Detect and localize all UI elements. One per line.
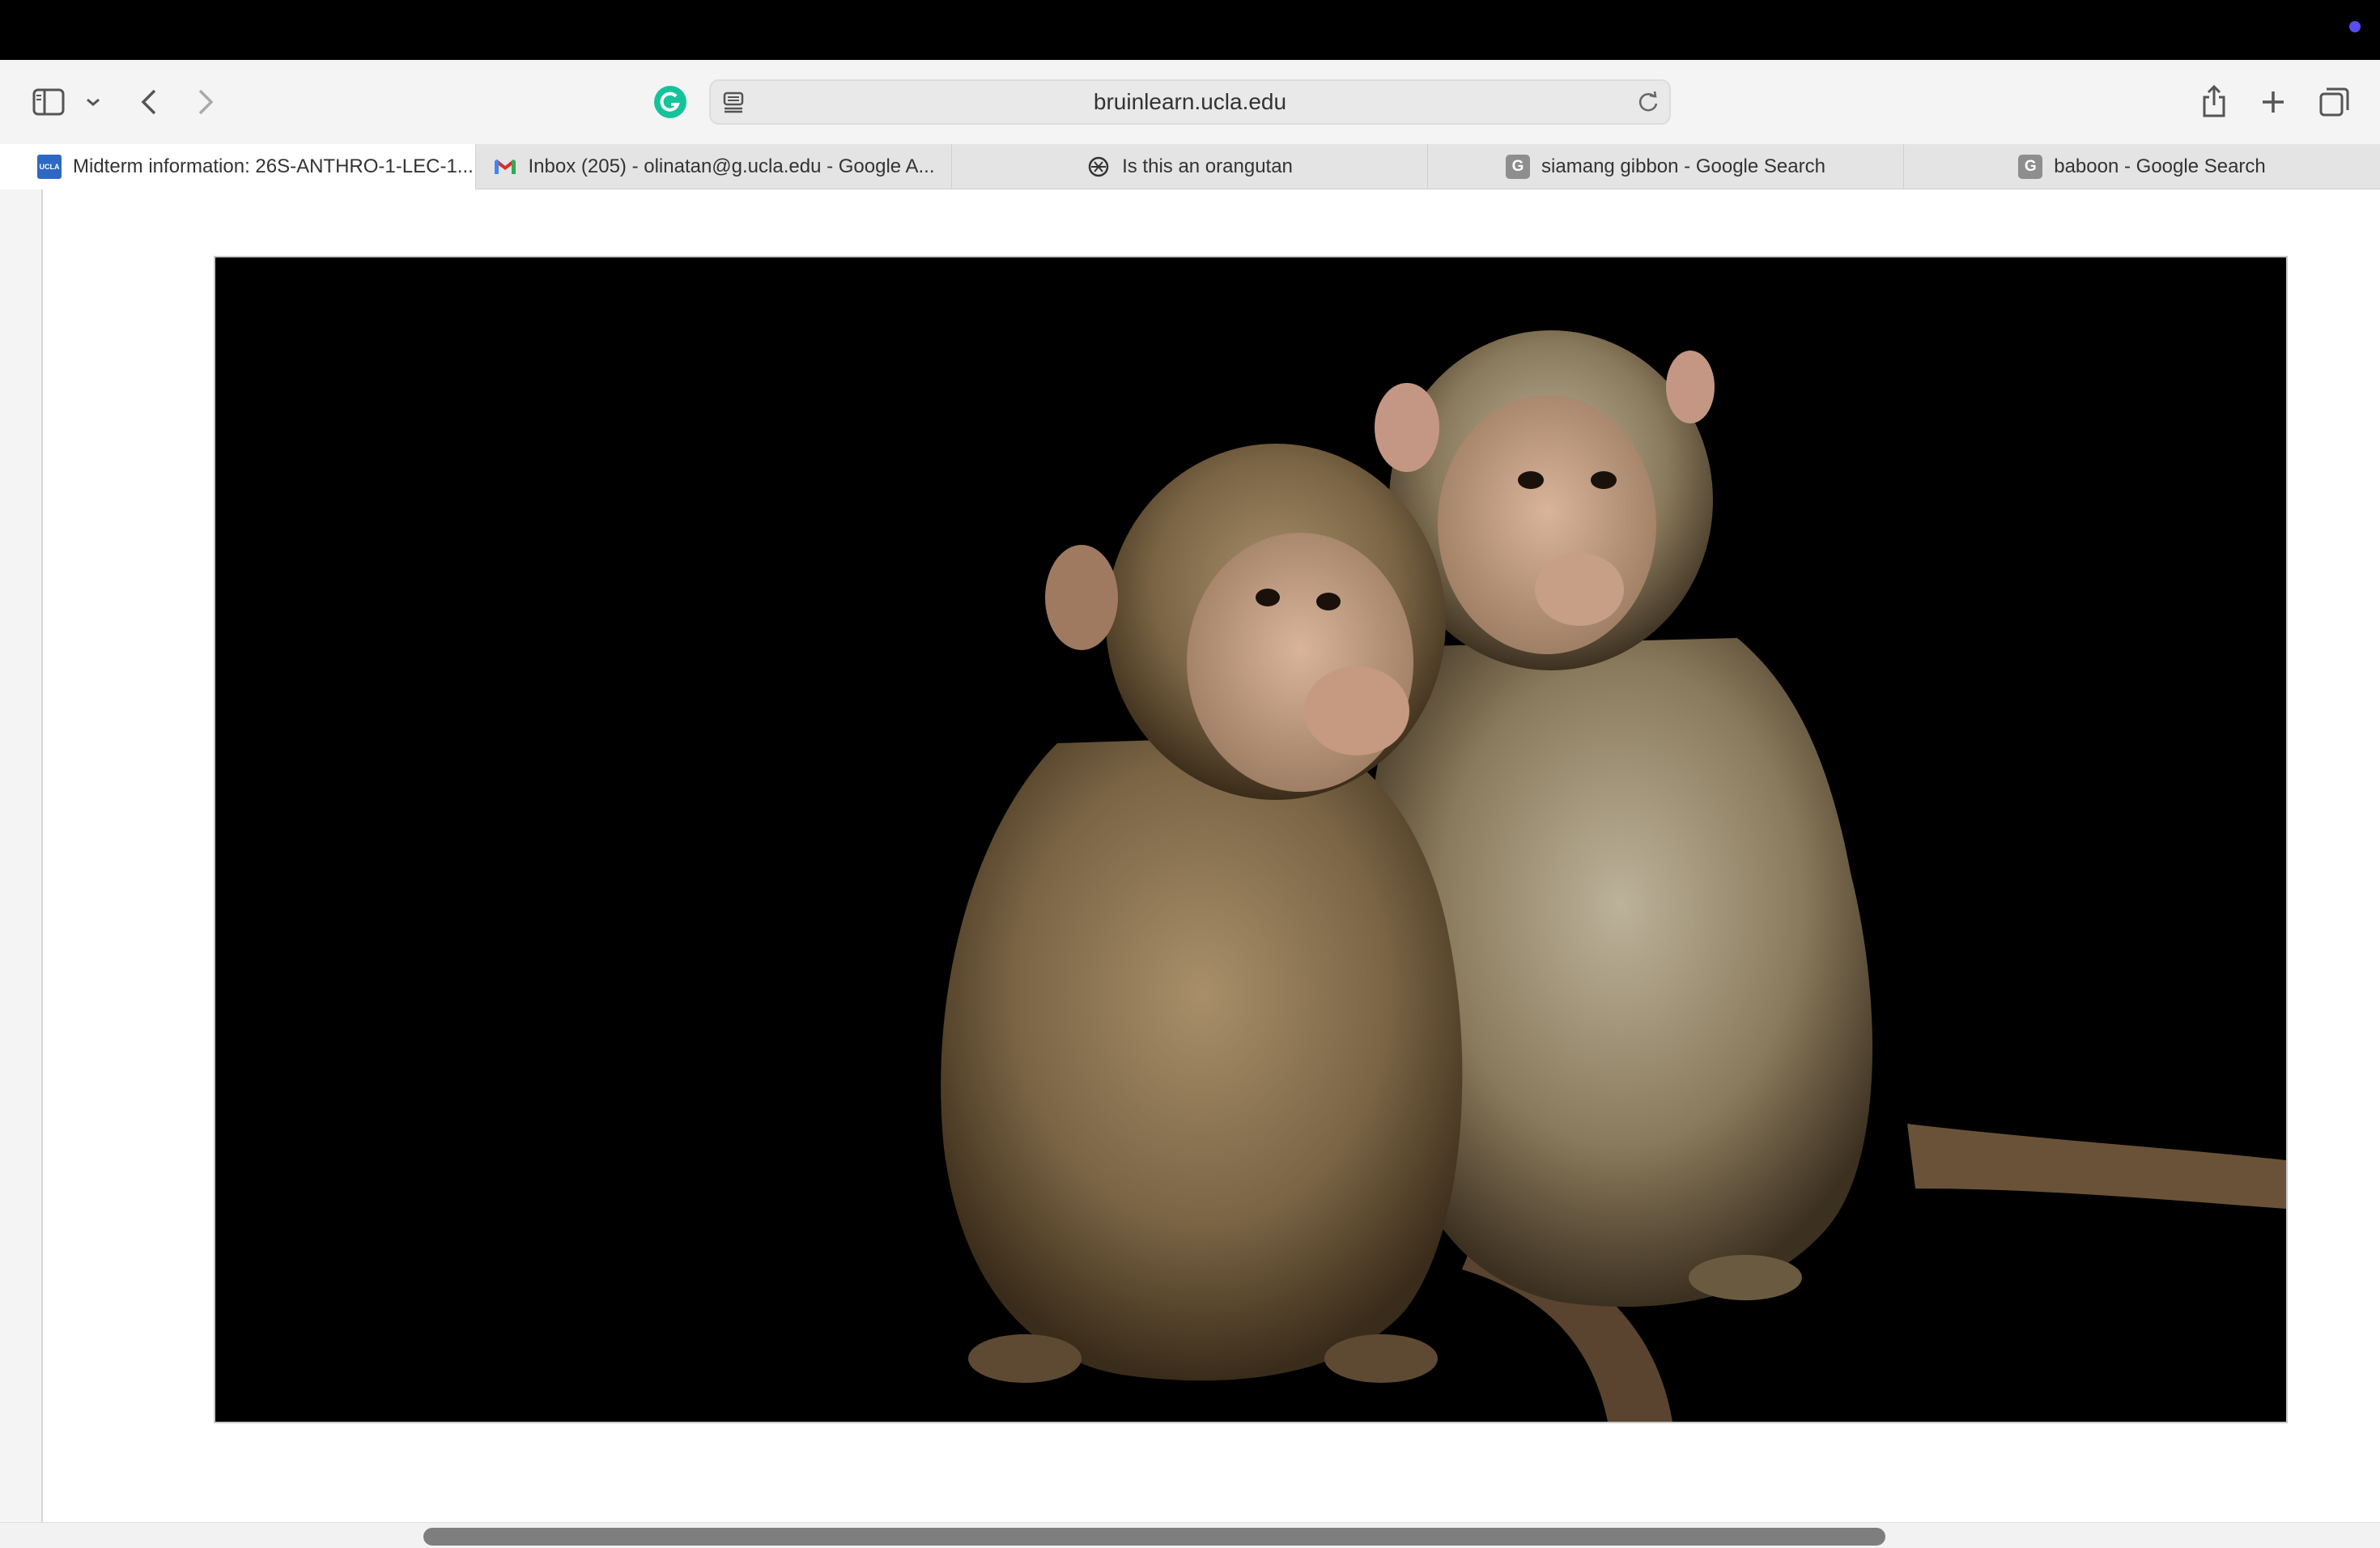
browser-toolbar: bruinlearn.ucla.edu <box>0 60 2380 144</box>
status-dot-icon <box>2349 21 2361 32</box>
macaque-photo <box>214 256 2288 1423</box>
sidebar-edge <box>0 189 43 1525</box>
tab-is-this-an-orangutan[interactable]: Is this an orangutan <box>952 144 1428 189</box>
gmail-icon <box>493 155 517 179</box>
chatgpt-icon <box>1086 155 1111 179</box>
share-icon[interactable] <box>2199 83 2229 120</box>
plus-icon[interactable] <box>2257 86 2289 118</box>
tab-label: Inbox (205) - olinatan@g.ucla.edu - Goog… <box>528 155 935 177</box>
address-bar[interactable]: bruinlearn.ucla.edu <box>709 79 1671 125</box>
tab-label: Midterm information: 26S-ANTHRO-1-LEC-1.… <box>73 155 474 177</box>
tab-overview-icon[interactable] <box>2317 84 2352 120</box>
scrollbar-thumb[interactable] <box>423 1528 1885 1546</box>
tab-label: Is this an orangutan <box>1122 155 1293 177</box>
horizontal-scrollbar[interactable] <box>0 1522 2380 1548</box>
url-text[interactable]: bruinlearn.ucla.edu <box>711 81 1669 123</box>
back-icon[interactable] <box>134 84 164 120</box>
grammarly-icon[interactable] <box>652 84 688 120</box>
macaque-illustration <box>215 257 2286 1422</box>
forward-icon[interactable] <box>191 84 220 120</box>
page-content <box>0 189 2380 1525</box>
tab-baboon[interactable]: G baboon - Google Search <box>1904 144 2380 189</box>
google-icon: G <box>2018 155 2043 179</box>
reload-icon[interactable] <box>1637 91 1660 117</box>
chevron-down-icon[interactable] <box>83 91 104 113</box>
ucla-favicon: UCLA <box>37 155 62 179</box>
tab-inbox[interactable]: Inbox (205) - olinatan@g.ucla.edu - Goog… <box>476 144 952 189</box>
google-icon: G <box>1506 155 1531 179</box>
tab-label: baboon - Google Search <box>2054 155 2266 177</box>
tab-label: siamang gibbon - Google Search <box>1541 155 1825 177</box>
tab-bar: UCLA Midterm information: 26S-ANTHRO-1-L… <box>0 144 2380 189</box>
system-menu-bar <box>0 0 2380 60</box>
sidebar-icon[interactable] <box>31 86 66 118</box>
tab-siamang-gibbon[interactable]: G siamang gibbon - Google Search <box>1428 144 1904 189</box>
tab-midterm-information[interactable]: UCLA Midterm information: 26S-ANTHRO-1-L… <box>0 144 476 189</box>
